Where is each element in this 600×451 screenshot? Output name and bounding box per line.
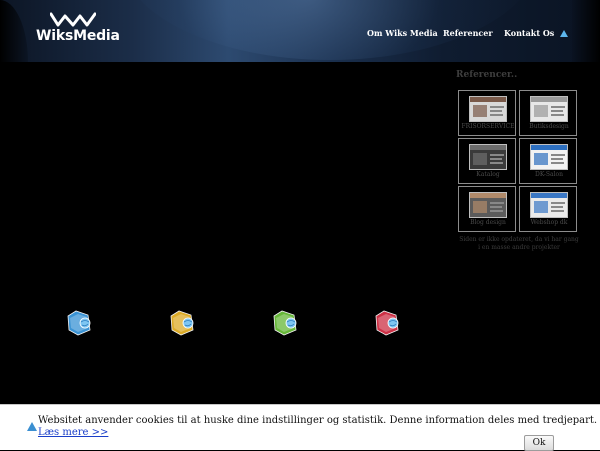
references-note: Siden er ikke opdateret, da vi har gang … bbox=[459, 236, 579, 251]
reference-item[interactable]: Katalog bbox=[458, 138, 516, 184]
yellow-folder-icon[interactable] bbox=[169, 308, 195, 336]
header: WiksMedia Om Wiks Media Referencer Konta… bbox=[0, 0, 600, 62]
reference-caption: DK-Salon bbox=[535, 171, 563, 178]
read-more-link[interactable]: Læs mere >> bbox=[38, 427, 108, 438]
reference-item[interactable]: Webshop dk bbox=[519, 186, 577, 232]
nav-om-wiks-media[interactable]: Om Wiks Media bbox=[367, 28, 438, 38]
up-triangle-icon[interactable] bbox=[560, 30, 568, 37]
reference-thumbnail bbox=[530, 144, 568, 170]
references-title: Referencer.. bbox=[456, 70, 518, 80]
reference-thumbnail bbox=[469, 192, 507, 218]
cookie-bar: Websitet anvender cookies til at huske d… bbox=[0, 404, 600, 451]
reference-thumbnail bbox=[530, 192, 568, 218]
blue-folder-icon[interactable] bbox=[66, 308, 92, 336]
reference-thumbnail bbox=[469, 144, 507, 170]
green-folder-icon[interactable] bbox=[272, 308, 298, 336]
info-triangle-icon bbox=[27, 422, 37, 431]
wave-logo-icon bbox=[50, 12, 96, 27]
reference-item[interactable]: DK-Salon bbox=[519, 138, 577, 184]
reference-item[interactable]: Butiksdesign bbox=[519, 90, 577, 136]
red-folder-icon[interactable] bbox=[374, 308, 400, 336]
cookie-text: Websitet anvender cookies til at huske d… bbox=[38, 415, 598, 426]
logo-text: WiksMedia bbox=[36, 28, 120, 44]
reference-caption: Webshop dk bbox=[530, 219, 568, 226]
reference-caption: Butiksdesign bbox=[529, 123, 569, 130]
reference-item[interactable]: Blog design bbox=[458, 186, 516, 232]
logo[interactable]: WiksMedia bbox=[36, 12, 120, 48]
header-right-edge bbox=[572, 0, 600, 62]
ok-button[interactable]: Ok bbox=[524, 435, 554, 451]
reference-caption: FRISORSERVICE bbox=[461, 123, 515, 130]
reference-thumbnail bbox=[530, 96, 568, 122]
reference-item[interactable]: FRISORSERVICE bbox=[458, 90, 516, 136]
nav-referencer[interactable]: Referencer bbox=[443, 28, 493, 38]
reference-caption: Blog design bbox=[470, 219, 506, 226]
reference-caption: Katalog bbox=[476, 171, 500, 178]
reference-thumbnail bbox=[469, 96, 507, 122]
nav-kontakt-os[interactable]: Kontakt Os bbox=[504, 28, 554, 38]
header-left-edge bbox=[0, 0, 28, 62]
